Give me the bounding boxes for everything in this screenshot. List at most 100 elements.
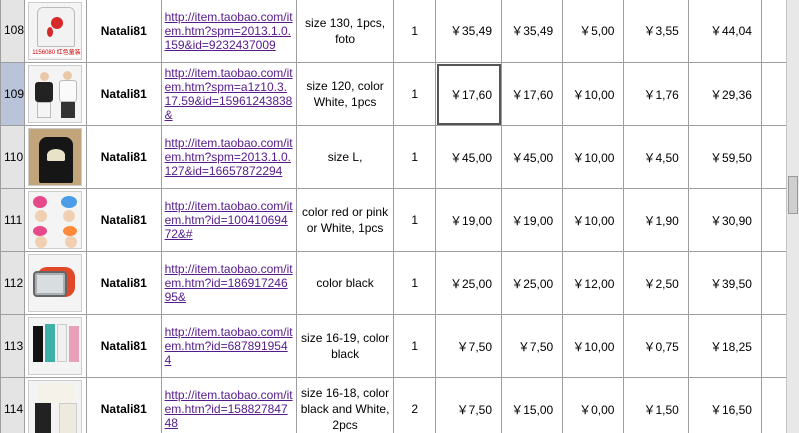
hair-accessories-icon [28, 191, 83, 249]
description-cell[interactable]: size 120, color White, 1pcs [295, 62, 395, 126]
fee-cell[interactable]: ￥1,50 [623, 377, 689, 433]
fee-cell[interactable]: ￥2,50 [623, 251, 689, 315]
quantity-cell[interactable]: 1 [393, 0, 437, 63]
row-header[interactable]: 111 [0, 188, 26, 252]
row-header[interactable]: 113 [0, 314, 26, 378]
description-cell[interactable]: color black [295, 251, 395, 315]
product-image-cell[interactable]: 1156080 红色童装 [24, 0, 87, 63]
row-header[interactable]: 108 [0, 0, 26, 63]
seller-cell[interactable]: Natali81 [85, 188, 162, 252]
product-link[interactable]: http://item.taobao.com/item.htm?id=10041… [165, 199, 293, 241]
product-image-cell[interactable] [24, 125, 87, 189]
quantity-cell[interactable]: 1 [393, 188, 437, 252]
seller-cell[interactable]: Natali81 [85, 62, 162, 126]
fee-cell[interactable]: ￥4,50 [623, 125, 689, 189]
sum-cell[interactable]: ￥39,50 [687, 251, 762, 315]
row-header[interactable]: 112 [0, 251, 26, 315]
socks-icon [28, 317, 83, 375]
table-row: 113 Natali81 http://item.taobao.com/item.h… [0, 314, 799, 378]
total-cell[interactable]: ￥17,60 [501, 62, 564, 126]
sum-cell[interactable]: ￥44,04 [687, 0, 762, 63]
table-row: 111 Natali81 http://item.taobao.com/item.h… [0, 188, 799, 252]
product-link[interactable]: http://item.taobao.com/item.htm?spm=a1z1… [165, 66, 293, 122]
product-link[interactable]: http://item.taobao.com/item.htm?spm=2013… [165, 10, 293, 52]
seller-cell[interactable]: Natali81 [85, 251, 162, 315]
product-link[interactable]: http://item.taobao.com/item.htm?spm=2013… [165, 136, 293, 178]
product-image-cell[interactable] [24, 188, 87, 252]
description-cell[interactable]: color red or pink or White, 1pcs [295, 188, 395, 252]
link-cell[interactable]: http://item.taobao.com/item.htm?id=18691… [160, 251, 297, 315]
link-cell[interactable]: http://item.taobao.com/item.htm?id=10041… [160, 188, 297, 252]
fee-cell[interactable]: ￥0,75 [623, 314, 689, 378]
product-image-cell[interactable] [24, 251, 87, 315]
fee-cell[interactable]: ￥1,90 [623, 188, 689, 252]
product-link[interactable]: http://item.taobao.com/item.htm?id=15882… [165, 388, 293, 430]
unit-price-cell[interactable]: ￥7,50 [435, 314, 503, 378]
table-row: 110 Natali81 http://item.taobao.com/item.h… [0, 125, 799, 189]
total-cell[interactable]: ￥35,49 [501, 0, 564, 63]
product-image-cell[interactable] [24, 314, 87, 378]
thumb-caption: 1156080 红色童装 [31, 48, 82, 57]
fee-cell[interactable]: ￥1,76 [623, 62, 689, 126]
total-cell[interactable]: ￥45,00 [501, 125, 564, 189]
description-cell[interactable]: size L, [295, 125, 395, 189]
total-cell[interactable]: ￥15,00 [501, 377, 564, 433]
unit-price-cell[interactable]: ￥25,00 [435, 251, 503, 315]
table-row: 109 Natali81 http://item.taobao.com/item.h… [0, 62, 799, 126]
sum-cell[interactable]: ￥30,90 [687, 188, 762, 252]
description-cell[interactable]: size 16-18, color black and White, 2pcs [295, 377, 395, 433]
scrollbar-thumb[interactable] [788, 176, 798, 214]
table-row: 114 Natali81 http://item.taobao.com/item.h… [0, 377, 799, 433]
description-cell[interactable]: size 16-19, color black [295, 314, 395, 378]
product-link[interactable]: http://item.taobao.com/item.htm?id=18691… [165, 262, 293, 304]
shipping-cell[interactable]: ￥10,00 [562, 314, 625, 378]
row-header[interactable]: 110 [0, 125, 26, 189]
sum-cell[interactable]: ￥29,36 [687, 62, 762, 126]
link-cell[interactable]: http://item.taobao.com/item.htm?spm=2013… [160, 125, 297, 189]
description-cell[interactable]: size 130, 1pcs, foto [295, 0, 395, 63]
unit-price-cell[interactable]: ￥7,50 [435, 377, 503, 433]
total-cell[interactable]: ￥7,50 [501, 314, 564, 378]
fee-cell[interactable]: ￥3,55 [623, 0, 689, 63]
link-cell[interactable]: http://item.taobao.com/item.htm?spm=2013… [160, 0, 297, 63]
table-row: 112 Natali81 http://item.taobao.com/item.h… [0, 251, 799, 315]
total-cell[interactable]: ￥25,00 [501, 251, 564, 315]
shipping-cell[interactable]: ￥10,00 [562, 188, 625, 252]
sum-cell[interactable]: ￥18,25 [687, 314, 762, 378]
seller-cell[interactable]: Natali81 [85, 0, 162, 63]
row-header[interactable]: 114 [0, 377, 26, 433]
link-cell[interactable]: http://item.taobao.com/item.htm?id=15882… [160, 377, 297, 433]
sum-cell[interactable]: ￥16,50 [687, 377, 762, 433]
total-cell[interactable]: ￥19,00 [501, 188, 564, 252]
table-row: 108 1156080 红色童装 Natali81 http://item.taoba… [0, 0, 799, 63]
product-link[interactable]: http://item.taobao.com/item.htm?id=68789… [165, 325, 293, 367]
black-shirt-icon [28, 128, 83, 186]
row-header[interactable]: 109 [0, 62, 26, 126]
shipping-cell[interactable]: ￥0,00 [562, 377, 625, 433]
product-image-cell[interactable] [24, 62, 87, 126]
vertical-scrollbar[interactable] [786, 0, 799, 433]
unit-price-cell[interactable]: ￥35,49 [435, 0, 503, 63]
product-image-cell[interactable] [24, 377, 87, 433]
orders-table: 108 1156080 红色童装 Natali81 http://item.taoba… [0, 0, 799, 433]
shipping-cell[interactable]: ￥10,00 [562, 125, 625, 189]
shipping-cell[interactable]: ￥10,00 [562, 62, 625, 126]
seller-cell[interactable]: Natali81 [85, 377, 162, 433]
unit-price-cell[interactable]: ￥45,00 [435, 125, 503, 189]
quantity-cell[interactable]: 1 [393, 314, 437, 378]
unit-price-cell[interactable]: ￥17,60 [435, 62, 503, 126]
quantity-cell[interactable]: 1 [393, 251, 437, 315]
unit-price-cell[interactable]: ￥19,00 [435, 188, 503, 252]
quantity-cell[interactable]: 1 [393, 62, 437, 126]
link-cell[interactable]: http://item.taobao.com/item.htm?spm=a1z1… [160, 62, 297, 126]
seller-cell[interactable]: Natali81 [85, 125, 162, 189]
sum-cell[interactable]: ￥59,50 [687, 125, 762, 189]
shipping-cell[interactable]: ￥12,00 [562, 251, 625, 315]
link-cell[interactable]: http://item.taobao.com/item.htm?id=68789… [160, 314, 297, 378]
quantity-cell[interactable]: 1 [393, 125, 437, 189]
watch-icon [28, 254, 83, 312]
shipping-cell[interactable]: ￥5,00 [562, 0, 625, 63]
kids-outfit-icon [28, 65, 83, 123]
quantity-cell[interactable]: 2 [393, 377, 437, 433]
seller-cell[interactable]: Natali81 [85, 314, 162, 378]
